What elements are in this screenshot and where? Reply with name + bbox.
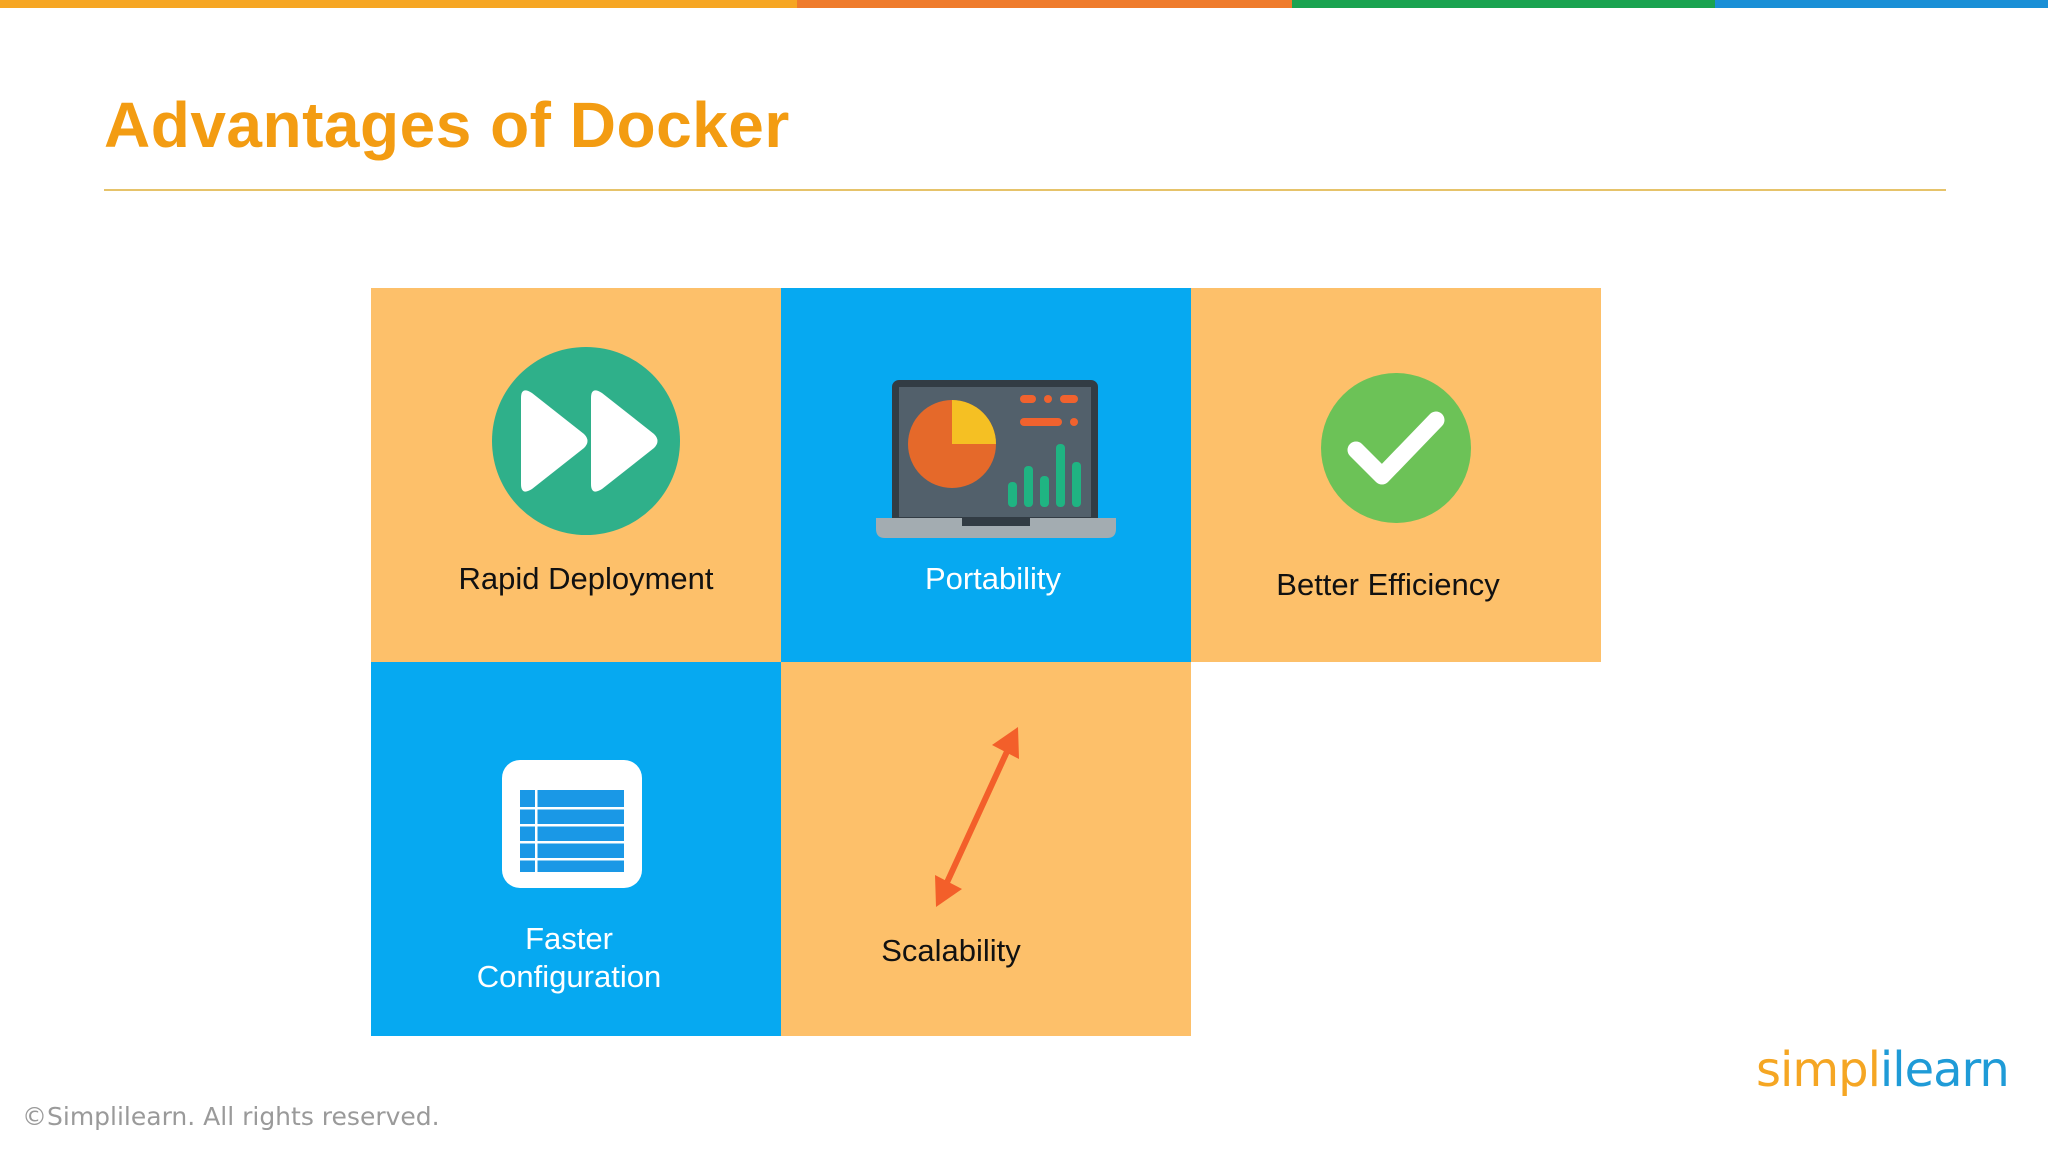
- table-icon: [502, 760, 642, 888]
- tile-label: Scalability: [881, 933, 1021, 968]
- tile-label: Better Efficiency: [1276, 567, 1500, 602]
- tile-label-line2: Configuration: [476, 959, 662, 994]
- tile-label: Portability: [924, 561, 1062, 596]
- tile-scalability: Scalability: [781, 662, 1191, 1036]
- top-color-bar: [0, 0, 2048, 8]
- bar-segment-orange: [0, 0, 797, 8]
- checkmark-icon: [1321, 373, 1471, 523]
- tile-portability: Portability: [781, 288, 1191, 662]
- tile-rapid-deployment: Rapid Deployment: [371, 288, 781, 662]
- tile-better-efficiency: Better Efficiency: [1191, 288, 1601, 662]
- title-underline: [104, 189, 1946, 191]
- slide-title: Advantages of Docker: [104, 89, 790, 161]
- laptop-dashboard-icon: [876, 380, 1116, 538]
- bar-segment-blue: [1715, 0, 2048, 8]
- logo-part-1: simpl: [1756, 1042, 1881, 1098]
- logo-part-2: ilearn: [1879, 1042, 2010, 1098]
- fast-forward-icon: [492, 347, 680, 535]
- tile-label: Rapid Deployment: [458, 561, 714, 596]
- double-arrow-icon: [935, 727, 1019, 907]
- bar-segment-dark-orange: [797, 0, 1292, 8]
- tile-faster-configuration: Faster Configuration: [371, 662, 781, 1036]
- simplilearn-logo: simplilearn: [1756, 1040, 2010, 1100]
- copyright-text: ©Simplilearn. All rights reserved.: [22, 1102, 440, 1131]
- bar-segment-green: [1292, 0, 1715, 8]
- tile-label-line1: Faster: [525, 921, 613, 956]
- slide: Advantages of Docker Rapid Deployment Po…: [0, 0, 2048, 1152]
- tile-label: Faster Configuration: [371, 920, 767, 996]
